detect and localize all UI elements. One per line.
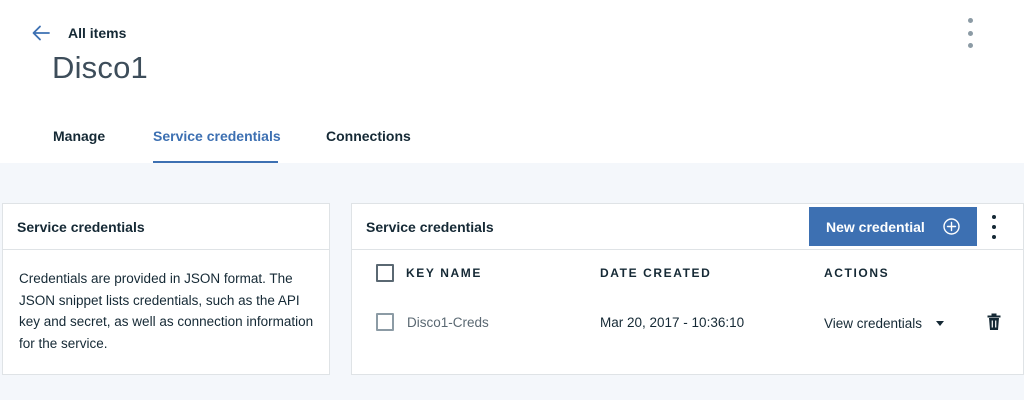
key-name-cell: Disco1-Creds [407,315,489,330]
new-credential-button[interactable]: New credential [809,207,977,246]
actions-dropdown[interactable]: View credentials [824,313,945,333]
info-panel-title: Service credentials [3,204,329,250]
date-created-cell: Mar 20, 2017 - 10:36:10 [600,315,745,330]
back-link-label[interactable]: All items [68,25,126,41]
trash-icon[interactable] [987,313,1001,331]
tab-manage[interactable]: Manage [53,118,105,163]
actions-dropdown-label: View credentials [824,315,923,331]
credentials-panel: Service credentials New credential KEY N… [351,203,1024,375]
row-checkbox[interactable] [376,313,394,331]
content-area: Service credentials Credentials are prov… [0,163,1024,400]
select-all-checkbox[interactable] [376,264,394,282]
info-panel-description: Credentials are provided in JSON format.… [19,271,314,351]
info-panel: Service credentials Credentials are prov… [2,203,330,375]
arrow-left-icon[interactable] [30,22,52,44]
page-header: All items Disco1 Manage Service credenti… [0,0,1024,163]
column-header-key-name: KEY NAME [406,266,482,280]
caret-down-icon [936,320,945,326]
overflow-menu-icon[interactable] [960,16,980,50]
new-credential-label: New credential [826,218,925,235]
tab-connections[interactable]: Connections [326,118,411,163]
add-circle-icon [943,218,960,235]
overflow-menu-icon[interactable] [989,215,999,239]
back-link[interactable]: All items [30,20,126,46]
tab-service-credentials[interactable]: Service credentials [153,118,281,163]
column-header-date-created: DATE CREATED [600,266,712,280]
column-header-actions: ACTIONS [824,266,890,280]
page-title: Disco1 [52,50,148,85]
